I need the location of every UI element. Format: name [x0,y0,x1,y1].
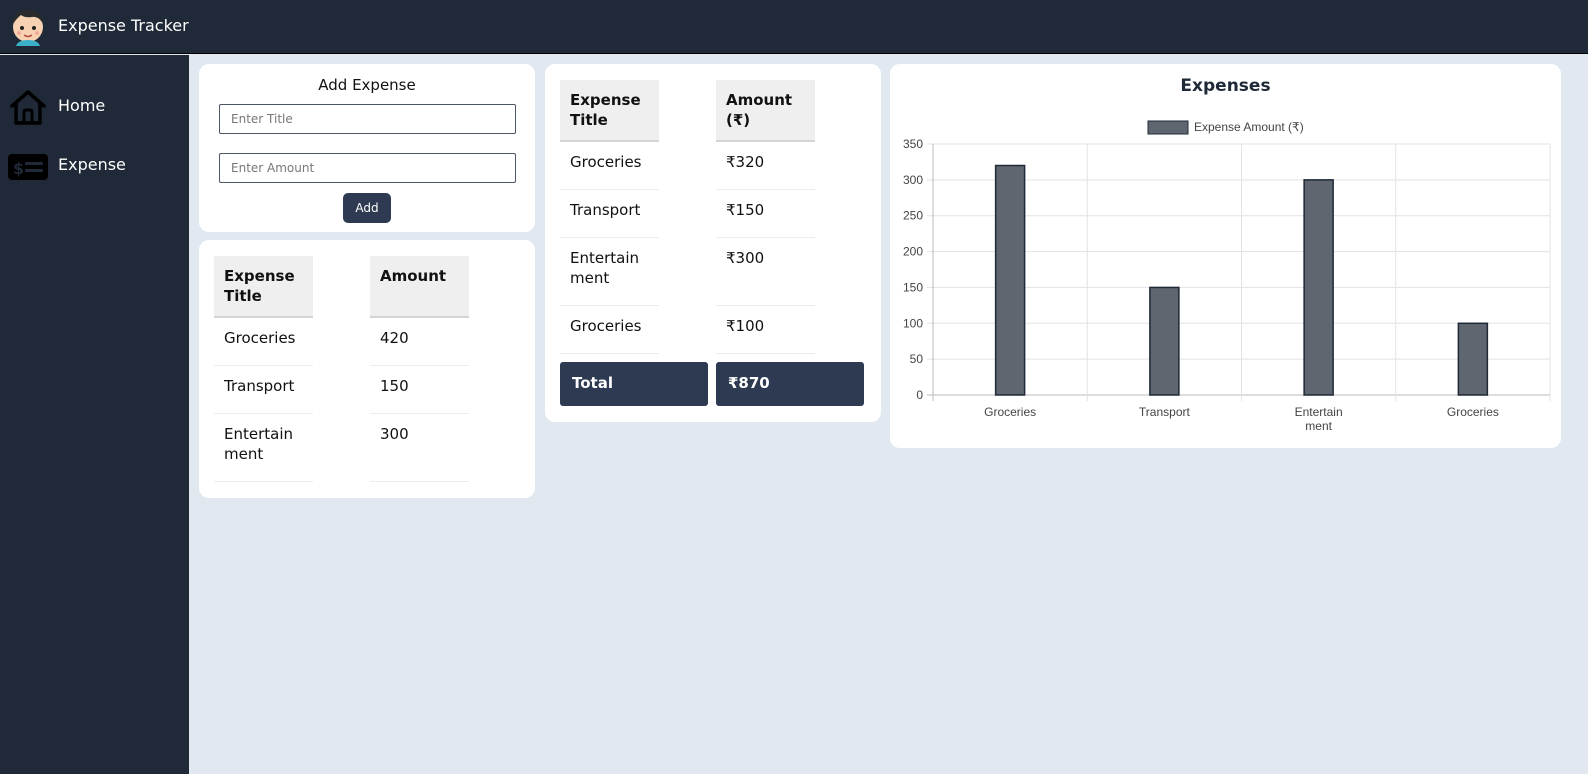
cell-title: Entertainment [214,414,313,482]
table-row: Entertainment ₹300 [560,238,815,306]
total-value: ₹870 [716,362,864,406]
cell-title: Transport [214,366,313,414]
sidebar: Home $ Expense [0,55,189,774]
y-tick-label: 350 [903,137,923,151]
add-expense-title: Add Expense [318,76,416,94]
x-tick-label: Entertain [1295,405,1343,419]
sidebar-item-home[interactable]: Home [0,81,189,129]
table-row: Groceries 420 [214,318,469,366]
y-tick-label: 150 [903,280,923,294]
column-header-title: Expense Title [560,80,659,142]
y-tick-label: 50 [910,352,924,366]
bar[interactable] [1149,286,1180,396]
bar[interactable] [1303,179,1334,396]
table-row: Groceries ₹320 [560,142,815,190]
chart-legend[interactable]: Expense Amount (₹) [1147,120,1304,135]
cell-title: Groceries [560,142,659,190]
expense-chart-card: Expenses 0 50 100 150 200 250 300 350 Groceries T… [890,64,1561,448]
sidebar-item-label: Home [58,96,106,115]
bar-chart: 0 50 100 150 200 250 300 350 Groceries Transport E… [903,120,1551,433]
cell-amount: 150 [370,366,469,414]
x-tick-label: Transport [1139,405,1191,419]
cell-title: Transport [560,190,659,238]
cell-amount: ₹300 [716,238,815,306]
column-header-amount: Amount [370,256,469,318]
sidebar-item-expense[interactable]: $ Expense [0,140,189,188]
table-row: Entertainment 300 [214,414,469,482]
sidebar-item-label: Expense [58,155,126,174]
cell-title: Groceries [214,318,313,366]
y-tick-label: 300 [903,173,923,187]
expense-summary-card: Expense Title Amount (₹) Groceries ₹320 … [545,64,881,422]
table-row: Transport 150 [214,366,469,414]
column-header-title: Expense Title [214,256,313,318]
title-input[interactable] [219,104,516,134]
legend-label: Expense Amount (₹) [1194,120,1304,134]
top-bar: Expense Tracker [0,0,1588,54]
y-tick-label: 200 [903,245,923,259]
x-tick-label: Groceries [1447,405,1499,419]
avatar [13,10,43,46]
total-label: Total [560,362,708,406]
cell-title: Groceries [560,306,659,354]
legend-swatch [1147,120,1189,135]
cell-amount: ₹100 [716,306,815,354]
amount-input[interactable] [219,153,516,183]
svg-text:$: $ [13,159,24,178]
bar[interactable] [1457,322,1489,396]
expense-summary-table: Expense Title Amount (₹) Groceries ₹320 … [560,80,815,354]
y-tick-label: 100 [903,316,923,330]
dollar-list-icon: $ [8,154,48,180]
y-tick-label: 250 [903,209,923,223]
cell-title: Entertainment [560,238,659,306]
add-button[interactable]: Add [343,193,391,223]
y-tick-label: 0 [916,388,923,402]
add-expense-card: Add Expense Add [199,64,535,232]
cell-amount: 300 [370,414,469,482]
cell-amount: 420 [370,318,469,366]
bar[interactable] [994,164,1026,396]
cell-amount: ₹150 [716,190,815,238]
column-header-amount: Amount (₹) [716,80,815,142]
expense-table-card: Expense Title Amount Groceries 420 Trans… [199,240,535,498]
app-title: Expense Tracker [58,16,189,35]
x-tick-label: ment [1305,419,1332,433]
cell-amount: ₹320 [716,142,815,190]
table-row: Groceries ₹100 [560,306,815,354]
expense-table: Expense Title Amount Groceries 420 Trans… [214,256,469,482]
home-icon [10,90,46,125]
table-row: Transport ₹150 [560,190,815,238]
x-tick-label: Groceries [984,405,1036,419]
